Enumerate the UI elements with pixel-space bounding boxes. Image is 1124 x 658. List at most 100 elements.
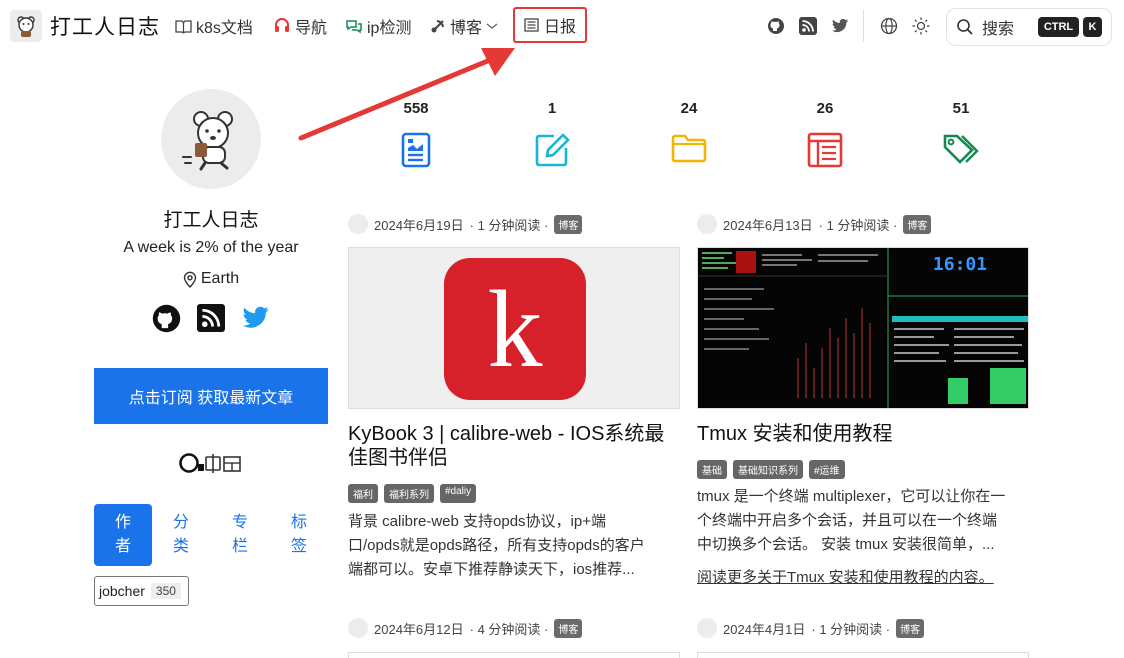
stat-tags[interactable]: 51 xyxy=(911,100,1011,168)
post-meta: 2024年6月12日 · 4 分钟阅读 · 博客 xyxy=(348,618,583,638)
post-meta: 2024年6月19日 · 1 分钟阅读 · 博客 xyxy=(348,214,583,234)
terminal-screenshot-icon: 16:01 xyxy=(698,248,1028,408)
folder-icon xyxy=(671,134,707,163)
tab-columns-l1: 专 xyxy=(231,514,248,531)
github-icon[interactable] xyxy=(152,304,181,333)
tab-categories[interactable]: 分 类 xyxy=(152,504,210,566)
tab-tags-l2: 签 xyxy=(290,538,307,555)
author-mini-avatar-icon xyxy=(348,618,368,638)
author-name: 打工人日志 xyxy=(163,210,259,231)
post-meta: 2024年6月13日 · 1 分钟阅读 · 博客 xyxy=(697,214,932,234)
post-thumbnail[interactable] xyxy=(348,652,680,658)
site-title[interactable]: 打工人日志 xyxy=(50,11,160,41)
post-tag[interactable]: 基础 xyxy=(697,460,727,479)
post-thumbnail[interactable]: k xyxy=(348,247,680,409)
excerpt-line: tmux 是一个终端 multiplexer，它可以让你在一 xyxy=(697,488,1006,505)
post-title-line2: 佳图书伴侣 xyxy=(348,447,448,469)
rss-icon[interactable] xyxy=(799,17,817,35)
nav-k8s-label: k8s文档 xyxy=(196,20,253,37)
bear-logo-icon xyxy=(17,16,35,37)
tab-categories-l2: 类 xyxy=(172,538,189,555)
post-title[interactable]: Tmux 安装和使用教程 xyxy=(697,422,1037,446)
post-tags: 福利 福利系列 #daliy xyxy=(348,484,477,503)
rss-icon[interactable] xyxy=(197,304,225,332)
author-mini-avatar-icon xyxy=(697,214,717,234)
avatar xyxy=(161,89,261,189)
tab-author-l1: 作 xyxy=(114,514,131,531)
post-read-time: · 4 分钟阅读 · xyxy=(469,621,549,637)
stat-drafts[interactable]: 1 xyxy=(502,100,602,168)
stat-drafts-value: 1 xyxy=(547,100,557,117)
stat-categories-value: 24 xyxy=(680,100,698,117)
post-title-line1: Tmux 安装和使用教程 xyxy=(697,423,893,445)
read-more-link[interactable]: 阅读更多关于Tmux 安装和使用教程的内容。 xyxy=(697,566,994,587)
post-date: 2024年6月19日 xyxy=(374,217,464,233)
twitter-icon[interactable] xyxy=(241,305,270,331)
excerpt-line: 端都可以。安卓下推荐静读天下，ios推荐... xyxy=(348,561,635,578)
excerpt-line: 个终端中开启多个会话，并且可以在一个终端 xyxy=(697,512,998,529)
header-divider xyxy=(863,10,864,42)
post-tag[interactable]: 福利系列 xyxy=(384,484,434,503)
stat-posts-value: 558 xyxy=(403,100,429,117)
nav-blog-label: 博客 xyxy=(450,20,483,37)
nav-daily-report[interactable]: 日报 xyxy=(513,7,587,43)
sun-icon[interactable] xyxy=(912,17,930,35)
tag-chip-name: jobcher xyxy=(99,583,145,599)
stat-columns-value: 26 xyxy=(816,100,834,117)
post-thumbnail[interactable] xyxy=(697,652,1029,658)
nav-k8s-docs[interactable]: k8s文档 xyxy=(175,14,253,38)
post-meta: 2024年4月1日 · 1 分钟阅读 · 博客 xyxy=(697,618,925,638)
nav-guide-label: 导航 xyxy=(295,20,328,37)
twitter-icon[interactable] xyxy=(831,17,849,35)
tag-chip-count: 350 xyxy=(150,583,181,599)
stat-categories[interactable]: 24 xyxy=(639,100,739,164)
tab-categories-l1: 分 xyxy=(172,514,189,531)
post-category-badge[interactable]: 博客 xyxy=(896,618,925,638)
github-icon[interactable] xyxy=(767,17,785,35)
search-icon xyxy=(957,19,973,35)
author-location: Earth xyxy=(94,270,328,288)
chongdong-logo-icon[interactable] xyxy=(178,451,246,475)
nav-guide[interactable]: 导航 xyxy=(273,14,327,38)
post-date: 2024年6月13日 xyxy=(723,217,813,233)
post-category-badge[interactable]: 博客 xyxy=(903,214,932,234)
tab-columns[interactable]: 专 栏 xyxy=(211,504,269,566)
kybook-app-icon: k xyxy=(444,258,586,400)
post-tag[interactable]: #运维 xyxy=(809,460,845,479)
location-pin-icon xyxy=(183,271,197,288)
post-tags: 基础 基础知识系列 #运维 xyxy=(697,460,845,479)
blog-icon xyxy=(431,20,444,33)
newspaper-icon xyxy=(524,18,539,32)
globe-icon[interactable] xyxy=(880,17,898,35)
stat-columns[interactable]: 26 xyxy=(775,100,875,168)
post-tag[interactable]: 福利 xyxy=(348,484,378,503)
post-category-badge[interactable]: 博客 xyxy=(554,214,583,234)
book-icon xyxy=(175,19,192,34)
kbd-ctrl: CTRL xyxy=(1038,17,1079,37)
subscribe-button[interactable]: 点击订阅 获取最新文章 xyxy=(94,368,328,424)
post-excerpt: 背景 calibre-web 支持opds协议，ip+端 口/opds就是opd… xyxy=(348,510,688,582)
stat-posts[interactable]: 558 xyxy=(366,100,466,168)
site-logo[interactable] xyxy=(10,10,42,42)
nav-daily-label: 日报 xyxy=(543,19,576,36)
search-button[interactable]: 搜索 CTRL K xyxy=(946,8,1112,46)
post-tag[interactable]: #daliy xyxy=(440,484,477,503)
nav-ip-label: ip检测 xyxy=(367,20,412,37)
post-read-time: · 1 分钟阅读 · xyxy=(469,217,549,233)
post-thumbnail[interactable]: 16:01 xyxy=(697,247,1029,409)
post-title-line1: KyBook 3 | calibre-web - IOS系统最 xyxy=(348,423,665,445)
post-title[interactable]: KyBook 3 | calibre-web - IOS系统最 佳图书伴侣 xyxy=(348,422,688,470)
tag-chip-jobcher[interactable]: jobcher 350 xyxy=(94,576,189,606)
nav-ip-check[interactable]: ip检测 xyxy=(345,14,411,38)
excerpt-line: 中切换多个会话。 安装 tmux 安装很简单，... xyxy=(697,536,995,553)
tab-author[interactable]: 作 者 xyxy=(94,504,152,566)
author-mini-avatar-icon xyxy=(348,214,368,234)
tab-tags[interactable]: 标 签 xyxy=(270,504,328,566)
post-category-badge[interactable]: 博客 xyxy=(554,618,583,638)
post-tag[interactable]: 基础知识系列 xyxy=(733,460,803,479)
nav-blog[interactable]: 博客 xyxy=(430,14,498,38)
document-icon xyxy=(401,132,431,168)
search-label: 搜索 xyxy=(982,21,1015,38)
author-bio: A week is 2% of the year xyxy=(123,239,299,256)
edit-icon xyxy=(535,133,570,167)
